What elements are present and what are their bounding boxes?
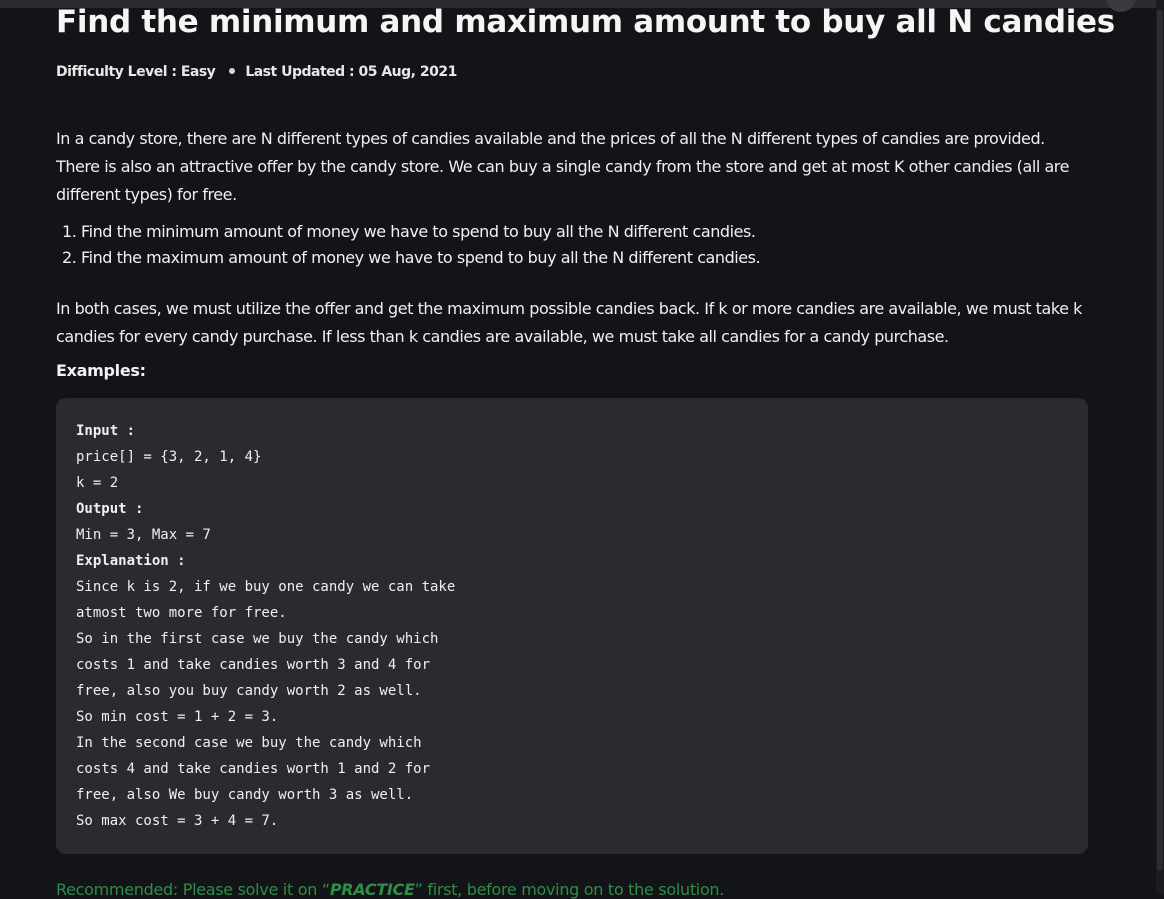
code-content: Input : price[] = {3, 2, 1, 4} k = 2 Output… [76, 418, 455, 834]
code-line: free, also you buy candy worth 2 as well… [76, 683, 422, 699]
input-label: Input : [76, 423, 136, 439]
recommended-note: Recommended: Please solve it on “PRACTIC… [56, 880, 724, 899]
code-line: So in the first case we buy the candy wh… [76, 631, 439, 647]
rules-paragraph: In both cases, we must utilize the offer… [56, 299, 1082, 346]
difficulty-level: Difficulty Level : Easy [56, 64, 216, 80]
last-updated: Last Updated : 05 Aug, 2021 [245, 64, 457, 80]
task-item: 1. Find the minimum amount of money we h… [62, 222, 756, 241]
explanation-label: Explanation : [76, 553, 186, 569]
code-line: k = 2 [76, 475, 119, 491]
code-line: costs 4 and take candies worth 1 and 2 f… [76, 761, 431, 777]
examples-heading: Examples: [56, 361, 146, 380]
code-line: atmost two more for free. [76, 605, 287, 621]
code-line: So max cost = 3 + 4 = 7. [76, 813, 279, 829]
code-line: Min = 3, Max = 7 [76, 527, 211, 543]
example-code-block: Input : price[] = {3, 2, 1, 4} k = 2 Output… [56, 398, 1088, 854]
task-list: 1. Find the minimum amount of money we h… [62, 219, 761, 271]
separator-dot [229, 68, 236, 74]
code-line: So min cost = 1 + 2 = 3. [76, 709, 279, 725]
output-label: Output : [76, 501, 144, 517]
recommend-prefix: Recommended: Please solve it on “ [56, 880, 330, 899]
code-line: costs 1 and take candies worth 3 and 4 f… [76, 657, 431, 673]
scrollbar-thumb[interactable] [1157, 10, 1163, 870]
intro-paragraph: In a candy store, there are N different … [56, 129, 1069, 204]
practice-link[interactable]: PRACTICE [330, 880, 415, 899]
code-line: price[] = {3, 2, 1, 4} [76, 449, 262, 465]
code-line: free, also We buy candy worth 3 as well. [76, 787, 414, 803]
page-scrollbar[interactable] [1156, 0, 1164, 894]
article-meta: Difficulty Level : Easy Last Updated : 05… [56, 64, 457, 80]
task-item: 2. Find the maximum amount of money we h… [62, 248, 761, 267]
recommend-suffix: ” first, before moving on to the solutio… [414, 880, 725, 899]
code-line: In the second case we buy the candy whic… [76, 735, 422, 751]
code-line: Since k is 2, if we buy one candy we can… [76, 579, 456, 595]
page-title: Find the minimum and maximum amount to b… [56, 4, 1115, 40]
